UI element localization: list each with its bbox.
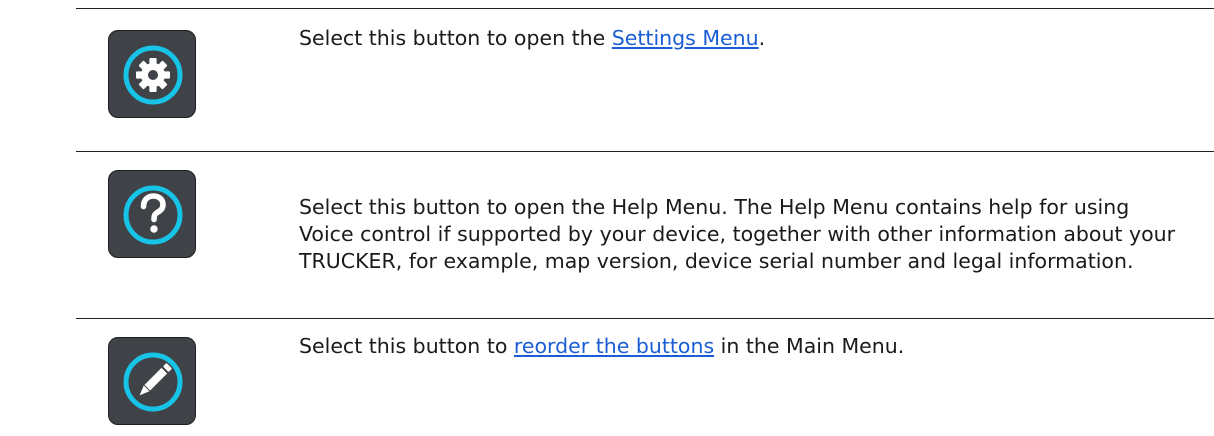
divider-top [76, 8, 1214, 9]
reorder-text-after: in the Main Menu. [714, 334, 905, 358]
settings-text-before: Select this button to open the [299, 26, 612, 50]
settings-menu-link[interactable]: Settings Menu [612, 26, 759, 50]
settings-button[interactable] [108, 30, 196, 118]
document-page: Select this button to open the Settings … [0, 0, 1214, 436]
edit-button[interactable] [108, 337, 196, 425]
gear-icon [123, 45, 183, 105]
divider-1 [76, 151, 1214, 152]
reorder-text-before: Select this button to [299, 334, 514, 358]
question-icon [123, 185, 183, 245]
settings-description: Select this button to open the Settings … [299, 25, 1189, 52]
help-description: Select this button to open the Help Menu… [299, 195, 1176, 273]
reorder-description: Select this button to reorder the button… [299, 333, 1189, 360]
pencil-icon [123, 352, 183, 412]
help-button[interactable] [108, 170, 196, 258]
settings-text-after: . [758, 26, 766, 50]
divider-2 [76, 318, 1214, 319]
reorder-buttons-link[interactable]: reorder the buttons [514, 334, 714, 358]
